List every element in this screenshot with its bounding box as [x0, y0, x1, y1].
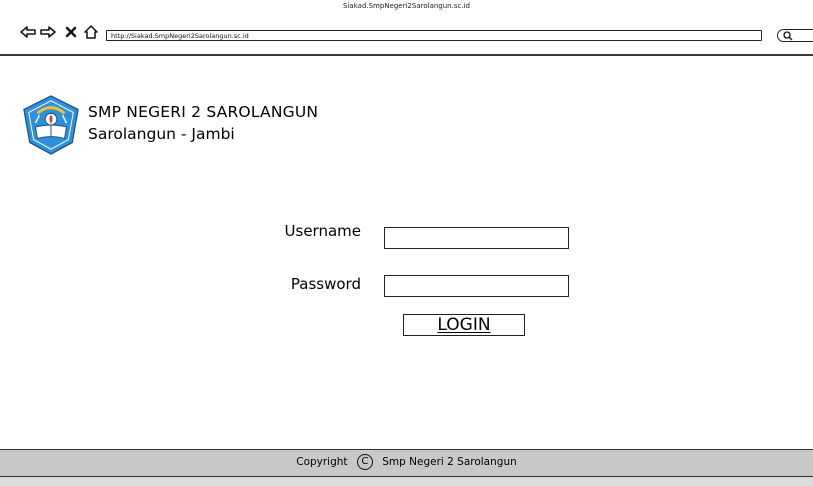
forward-arrow-icon[interactable]: [40, 24, 56, 40]
password-label: Password: [290, 275, 361, 293]
back-arrow-icon[interactable]: [20, 24, 36, 40]
copyright-label: Copyright: [296, 456, 348, 468]
school-logo: [23, 95, 79, 155]
footer: Copyright C Smp Negeri 2 Sarolangun: [0, 449, 813, 477]
login-button[interactable]: LOGIN: [403, 314, 525, 336]
close-icon[interactable]: [63, 24, 79, 40]
school-location: Sarolangun - Jambi: [88, 125, 235, 143]
username-input[interactable]: [384, 227, 569, 249]
home-icon[interactable]: [83, 24, 99, 40]
browser-chrome: Siakad.SmpNegeri2Sarolangun.sc.id: [0, 0, 813, 56]
search-icon: [783, 31, 793, 41]
search-box[interactable]: [777, 29, 813, 42]
school-name: SMP NEGERI 2 SAROLANGUN: [88, 103, 319, 121]
bottom-bar: [0, 477, 813, 486]
window-title: Siakad.SmpNegeri2Sarolangun.sc.id: [343, 2, 470, 10]
copyright-owner: Smp Negeri 2 Sarolangun: [382, 456, 517, 468]
footer-copyright: Copyright C Smp Negeri 2 Sarolangun: [0, 453, 813, 471]
password-input[interactable]: [384, 275, 569, 297]
username-label: Username: [284, 222, 361, 240]
copyright-icon: C: [356, 454, 373, 470]
url-bar[interactable]: [106, 30, 762, 41]
